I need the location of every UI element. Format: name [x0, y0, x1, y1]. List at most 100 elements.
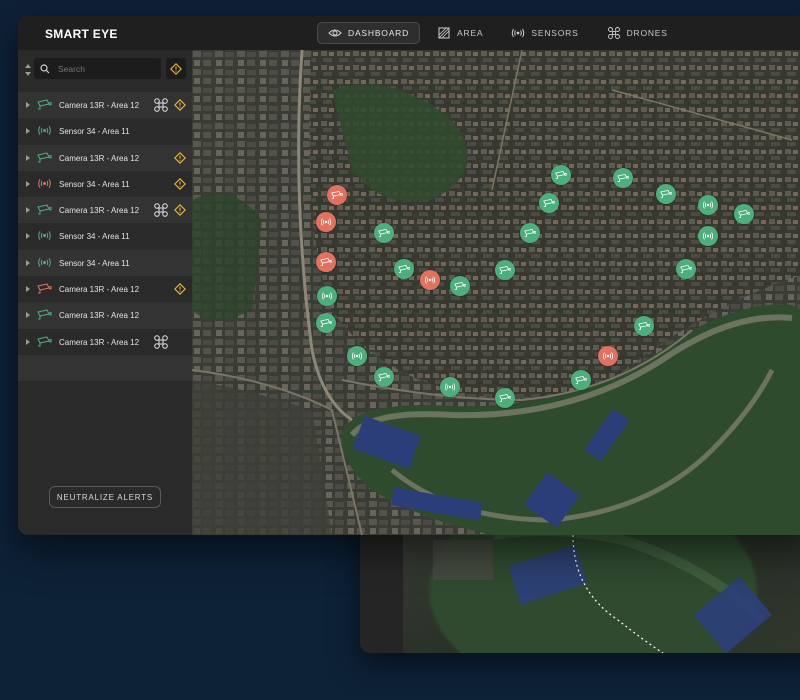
expand-caret-icon[interactable] [26, 286, 30, 293]
top-bar: SMART EYE DASHBOARD AREA SENSORS DRONES [18, 16, 800, 50]
device-list-item[interactable]: Camera 13R - Area 12 [18, 276, 192, 302]
camera-marker[interactable] [316, 313, 336, 333]
sensor-marker[interactable] [698, 226, 718, 246]
warning-icon[interactable] [174, 151, 186, 164]
camera-marker[interactable] [571, 370, 591, 390]
expand-caret-icon[interactable] [26, 154, 30, 161]
search-input[interactable] [58, 63, 158, 74]
drone-icon[interactable] [154, 98, 168, 112]
search-row [18, 58, 192, 82]
alert-filter-button[interactable] [166, 58, 186, 79]
warning-icon[interactable] [174, 204, 186, 217]
device-list-footer [18, 354, 192, 381]
camera-marker[interactable] [316, 252, 336, 272]
device-label: Camera 13R - Area 12 [59, 337, 140, 347]
camera-marker[interactable] [676, 259, 696, 279]
nav-dashboard[interactable]: DASHBOARD [317, 22, 421, 44]
eye-icon [328, 29, 342, 37]
warning-icon[interactable] [174, 283, 186, 296]
expand-caret-icon[interactable] [26, 180, 30, 187]
neutralize-alerts-button[interactable]: NEUTRALIZE ALERTS [49, 486, 161, 508]
drone-icon[interactable] [154, 203, 168, 217]
camera-icon [320, 257, 332, 266]
camera-marker[interactable] [450, 276, 470, 296]
sensor-marker[interactable] [598, 346, 618, 366]
camera-icon [638, 321, 650, 330]
sensor-icon [702, 201, 714, 209]
sensor-icon [444, 383, 456, 391]
camera-icon [543, 198, 555, 207]
sensor-icon [37, 257, 52, 268]
nav-area[interactable]: AREA [426, 22, 494, 44]
camera-icon [378, 372, 390, 381]
sensor-icon [351, 352, 363, 360]
device-list-item[interactable]: Sensor 34 - Area 11 [18, 249, 192, 277]
sensor-marker[interactable] [420, 270, 440, 290]
nav-dashboard-label: DASHBOARD [348, 28, 410, 38]
device-list-item[interactable]: Camera 13R - Area 12 [18, 92, 192, 119]
camera-icon [378, 228, 390, 237]
camera-icon [37, 99, 52, 110]
camera-icon [320, 318, 332, 327]
expand-caret-icon[interactable] [26, 259, 30, 266]
nav-drones[interactable]: DRONES [596, 22, 679, 44]
camera-marker[interactable] [634, 316, 654, 336]
device-list-item[interactable]: Camera 13R - Area 12 [18, 329, 192, 355]
camera-icon [37, 283, 52, 294]
device-list-item[interactable]: Camera 13R - Area 12 [18, 197, 192, 224]
camera-marker[interactable] [374, 223, 394, 243]
expand-caret-icon[interactable] [26, 102, 30, 108]
map-view[interactable] [192, 50, 800, 535]
sensor-marker[interactable] [316, 212, 336, 232]
expand-caret-icon[interactable] [26, 338, 30, 345]
sensor-marker[interactable] [698, 195, 718, 215]
sensor-marker[interactable] [317, 286, 337, 306]
device-label: Sensor 34 - Area 11 [59, 127, 130, 137]
sensor-icon [512, 28, 525, 38]
search-box[interactable] [34, 58, 161, 79]
camera-marker[interactable] [394, 259, 414, 279]
camera-marker[interactable] [539, 193, 559, 213]
device-list-item[interactable]: Sensor 34 - Area 11 [18, 171, 192, 197]
camera-marker[interactable] [734, 204, 754, 224]
device-list-item[interactable]: Sensor 34 - Area 11 [18, 118, 192, 144]
sort-icon[interactable] [24, 63, 32, 77]
device-label: Camera 13R - Area 12 [59, 101, 140, 110]
camera-icon [398, 264, 410, 273]
expand-caret-icon[interactable] [26, 207, 30, 214]
expand-caret-icon[interactable] [26, 312, 30, 319]
sensor-marker[interactable] [347, 346, 367, 366]
drone-icon[interactable] [154, 334, 168, 349]
camera-marker[interactable] [327, 185, 347, 205]
device-label: Sensor 34 - Area 11 [59, 232, 130, 242]
expand-caret-icon[interactable] [26, 128, 30, 135]
search-icon [40, 63, 50, 73]
camera-marker[interactable] [551, 165, 571, 185]
device-label: Camera 13R - Area 12 [59, 311, 140, 321]
sensor-icon [424, 276, 436, 284]
camera-marker[interactable] [520, 223, 540, 243]
warning-icon[interactable] [174, 177, 186, 190]
device-list-item[interactable]: Camera 13R - Area 12 [18, 144, 192, 171]
warning-icon[interactable] [174, 99, 186, 111]
camera-icon [331, 190, 343, 199]
device-label: Sensor 34 - Area 11 [59, 179, 130, 189]
camera-marker[interactable] [495, 260, 515, 280]
camera-icon [555, 170, 567, 179]
device-list-item[interactable]: Camera 13R - Area 12 [18, 302, 192, 329]
sensor-icon [702, 232, 714, 240]
warning-icon [170, 62, 182, 75]
camera-icon [499, 265, 511, 274]
camera-icon [37, 152, 52, 163]
camera-marker[interactable] [495, 388, 515, 408]
nav-sensors[interactable]: SENSORS [500, 22, 589, 44]
expand-caret-icon[interactable] [26, 233, 30, 240]
camera-icon [454, 281, 466, 290]
sensor-marker[interactable] [440, 377, 460, 397]
device-label: Sensor 34 - Area 11 [59, 258, 130, 268]
device-list-item[interactable]: Sensor 34 - Area 11 [18, 223, 192, 249]
camera-marker[interactable] [374, 367, 394, 387]
nav-sensors-label: SENSORS [531, 28, 579, 38]
camera-marker[interactable] [613, 168, 633, 188]
camera-marker[interactable] [656, 184, 676, 204]
